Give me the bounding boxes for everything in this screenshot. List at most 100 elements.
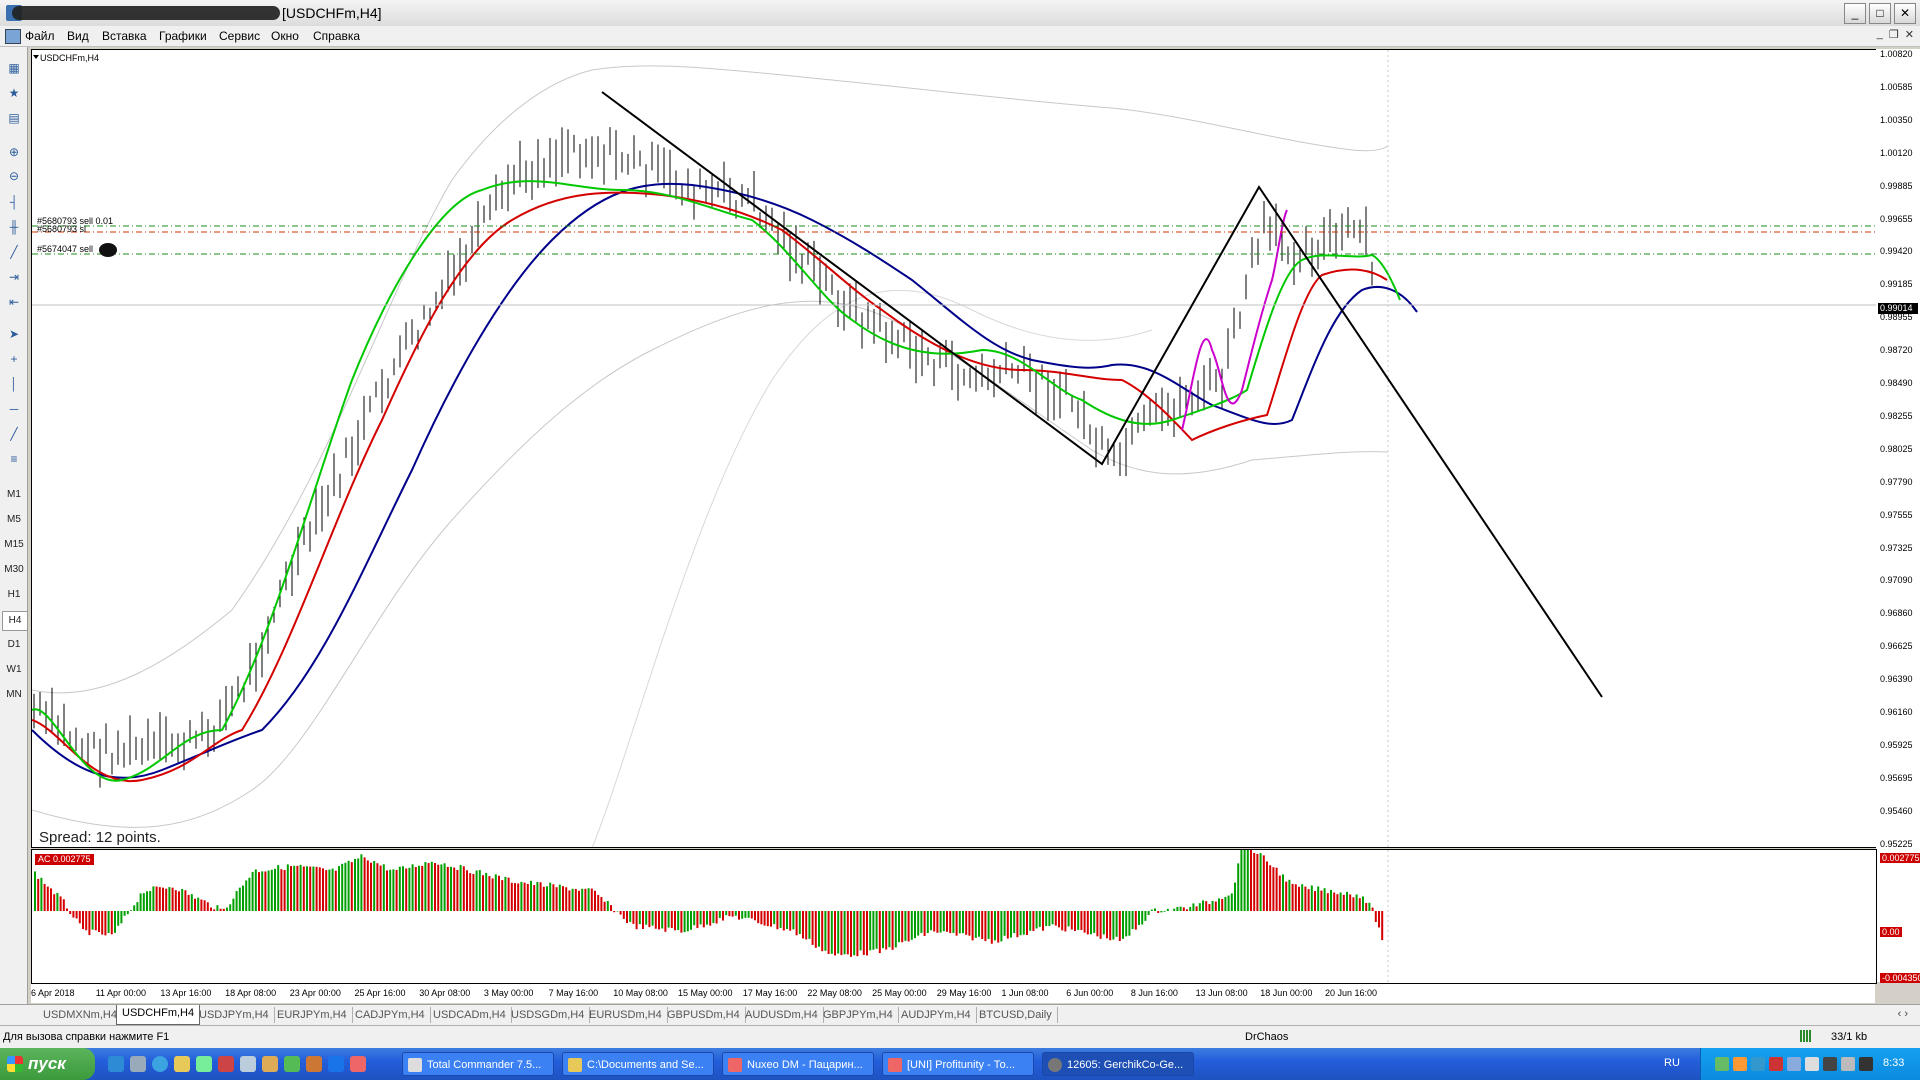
chart-tab[interactable]: BTCUSD,Daily bbox=[974, 1007, 1058, 1023]
menu-view[interactable]: Вид bbox=[67, 29, 89, 43]
timeframe-m1[interactable]: M1 bbox=[2, 486, 26, 504]
chart-tab[interactable]: USDMXNm,H4 bbox=[38, 1007, 123, 1023]
chart-tab[interactable]: AUDUSDm,H4 bbox=[740, 1007, 824, 1023]
left-toolbar: ▦ ★ ▤ ⊕ ⊖ ┤ ╫ ╱ ⇥ ⇤ ➤ + │ ─ ╱ ≡ M1 M5 M1… bbox=[0, 47, 28, 1017]
timeframe-d1[interactable]: D1 bbox=[2, 636, 26, 654]
mdi-minimize-icon[interactable]: _ bbox=[1877, 28, 1883, 41]
maximize-button[interactable]: □ bbox=[1869, 3, 1891, 24]
timeframe-m30[interactable]: M30 bbox=[2, 561, 26, 579]
quicklaunch-app4-icon[interactable] bbox=[328, 1056, 344, 1072]
tray-icon-4[interactable] bbox=[1769, 1057, 1783, 1071]
menu-window[interactable]: Окно bbox=[271, 29, 299, 43]
tray-icon-2[interactable] bbox=[1733, 1057, 1747, 1071]
tray-icon-7[interactable] bbox=[1823, 1057, 1837, 1071]
menu-charts[interactable]: Графики bbox=[159, 29, 207, 43]
chart-menu-triangle-icon[interactable] bbox=[33, 55, 39, 59]
tray-icon-3[interactable] bbox=[1751, 1057, 1765, 1071]
quicklaunch-folder-icon[interactable] bbox=[174, 1056, 190, 1072]
mdi-close-icon[interactable]: ✕ bbox=[1905, 28, 1914, 41]
vertical-line-icon[interactable]: │ bbox=[4, 375, 24, 393]
chart-tab[interactable]: AUDJPYm,H4 bbox=[896, 1007, 977, 1023]
quicklaunch-app2-icon[interactable] bbox=[284, 1056, 300, 1072]
tabs-scroll-arrows[interactable]: ‹ › bbox=[1898, 1008, 1908, 1020]
ac-bar bbox=[1134, 911, 1137, 930]
task-metatrader[interactable]: 12605: GerchikCo-Ge... bbox=[1042, 1052, 1194, 1076]
volume-icon[interactable] bbox=[1841, 1057, 1855, 1071]
tray-icon-1[interactable] bbox=[1715, 1057, 1729, 1071]
ac-bar bbox=[853, 911, 856, 956]
new-chart-icon[interactable]: ▦ bbox=[4, 59, 24, 77]
timeframe-m5[interactable]: M5 bbox=[2, 511, 26, 529]
ac-bar bbox=[536, 882, 539, 911]
windows-flag-icon bbox=[7, 1056, 23, 1072]
ac-bar bbox=[168, 887, 171, 911]
cursor-icon[interactable]: ➤ bbox=[4, 325, 24, 343]
task-total-commander[interactable]: Total Commander 7.5... bbox=[402, 1052, 554, 1076]
timeframe-h4[interactable]: H4 bbox=[2, 611, 28, 631]
quicklaunch-archive-icon[interactable] bbox=[262, 1056, 278, 1072]
ac-bar bbox=[1150, 909, 1153, 911]
price-chart[interactable]: #5680793 sell 0.01 #5680793 sl #5674047 … bbox=[31, 49, 1877, 848]
chart-tab[interactable]: USDJPYm,H4 bbox=[194, 1007, 275, 1023]
chart-tab[interactable]: USDCADm,H4 bbox=[428, 1007, 512, 1023]
chart-shift-icon[interactable]: ⇤ bbox=[4, 293, 24, 311]
ac-bar bbox=[104, 911, 107, 936]
trend-drawing[interactable] bbox=[601, 91, 1603, 698]
quicklaunch-firefox-icon[interactable] bbox=[350, 1056, 366, 1072]
ac-bar bbox=[478, 870, 481, 911]
chart-tab[interactable]: GBPJPYm,H4 bbox=[818, 1007, 899, 1023]
horizontal-line-icon[interactable]: ─ bbox=[4, 400, 24, 418]
zoom-out-icon[interactable]: ⊖ bbox=[4, 167, 24, 185]
menu-help[interactable]: Справка bbox=[313, 29, 360, 43]
start-button[interactable]: пуск bbox=[0, 1048, 95, 1080]
navigator-icon[interactable]: ▤ bbox=[4, 109, 24, 127]
chart-tab[interactable]: USDCHFm,H4 bbox=[116, 1005, 201, 1025]
ac-bar bbox=[1234, 882, 1236, 911]
quicklaunch-app3-icon[interactable] bbox=[306, 1056, 322, 1072]
quicklaunch-app-icon[interactable] bbox=[130, 1056, 146, 1072]
quicklaunch-pdf-icon[interactable] bbox=[218, 1056, 234, 1072]
tray-icon-5[interactable] bbox=[1787, 1057, 1801, 1071]
mdi-restore-icon[interactable]: ❐ bbox=[1889, 28, 1899, 41]
tray-icon-8[interactable] bbox=[1859, 1057, 1873, 1071]
menu-tools[interactable]: Сервис bbox=[219, 29, 260, 43]
chart-tab[interactable]: CADJPYm,H4 bbox=[350, 1007, 431, 1023]
crosshair-icon[interactable]: + bbox=[4, 350, 24, 368]
close-button[interactable]: ✕ bbox=[1894, 3, 1916, 24]
menu-insert[interactable]: Вставка bbox=[102, 29, 147, 43]
clock: 8:33 bbox=[1883, 1057, 1905, 1069]
zoom-in-icon[interactable]: ⊕ bbox=[4, 143, 24, 161]
menu-file[interactable]: Файл bbox=[25, 29, 55, 43]
trendline-icon[interactable]: ╱ bbox=[4, 425, 24, 443]
quicklaunch-calc-icon[interactable] bbox=[240, 1056, 256, 1072]
line-chart-icon[interactable]: ╱ bbox=[4, 243, 24, 261]
language-indicator[interactable]: RU bbox=[1664, 1057, 1680, 1069]
chart-tab[interactable]: GBPUSDm,H4 bbox=[662, 1007, 746, 1023]
ac-bar bbox=[98, 911, 100, 933]
quicklaunch-save-icon[interactable] bbox=[196, 1056, 212, 1072]
task-nuxeo[interactable]: Nuxeo DM - Пацарин... bbox=[722, 1052, 874, 1076]
minimize-button[interactable]: _ bbox=[1844, 3, 1866, 24]
chart-tab[interactable]: EURJPYm,H4 bbox=[272, 1007, 353, 1023]
ac-bar bbox=[808, 911, 811, 939]
profiles-icon[interactable]: ★ bbox=[4, 84, 24, 102]
tray-icon-6[interactable] bbox=[1805, 1057, 1819, 1071]
time-axis-label: 23 Apr 00:00 bbox=[289, 988, 341, 998]
quicklaunch-ie-icon[interactable] bbox=[108, 1056, 124, 1072]
ac-bar bbox=[635, 911, 638, 930]
ac-bar bbox=[901, 911, 904, 943]
task-explorer[interactable]: C:\Documents and Se... bbox=[562, 1052, 714, 1076]
timeframe-w1[interactable]: W1 bbox=[2, 661, 26, 679]
auto-scroll-icon[interactable]: ⇥ bbox=[4, 268, 24, 286]
ac-indicator-window[interactable]: AC 0.002775 bbox=[31, 849, 1877, 984]
channel-icon[interactable]: ≡ bbox=[4, 450, 24, 468]
timeframe-m15[interactable]: M15 bbox=[2, 536, 26, 554]
chart-tab[interactable]: USDSGDm,H4 bbox=[506, 1007, 591, 1023]
task-profitunity[interactable]: [UNI] Profitunity - То... bbox=[882, 1052, 1034, 1076]
quicklaunch-telegram-icon[interactable] bbox=[152, 1056, 168, 1072]
timeframe-mn[interactable]: MN bbox=[2, 686, 26, 704]
candles-icon[interactable]: ╫ bbox=[4, 218, 24, 236]
bar-chart-icon[interactable]: ┤ bbox=[4, 193, 24, 211]
chart-tab[interactable]: EURUSDm,H4 bbox=[584, 1007, 668, 1023]
timeframe-h1[interactable]: H1 bbox=[2, 586, 26, 604]
